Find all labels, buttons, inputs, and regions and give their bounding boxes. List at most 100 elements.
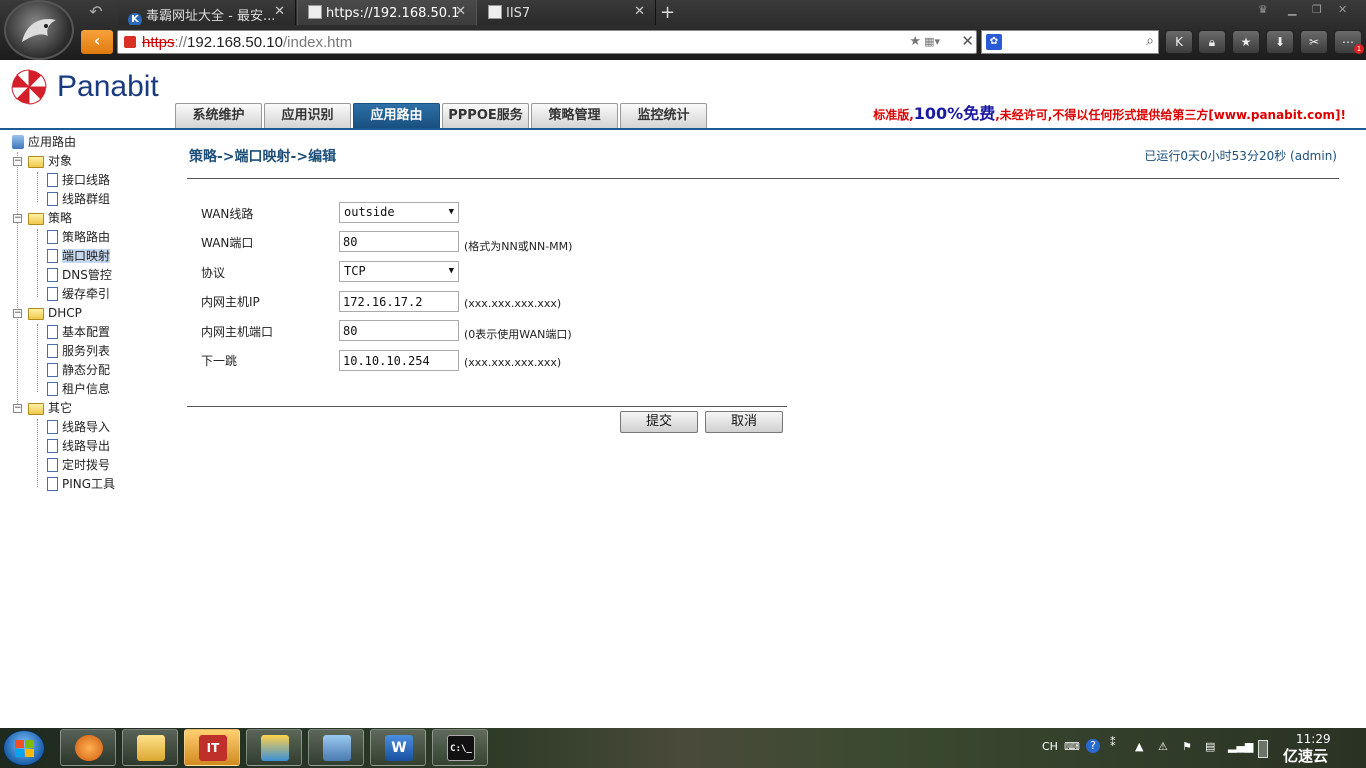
taskbar: IT W C:\_ CH ⌨︎ ? ⁑ ▲ ⚠︎ ⚑ ▤ ▂▄▆ 11:29 [0, 728, 1366, 768]
content-divider [187, 178, 1339, 179]
search-input[interactable]: ✿ ⌕ [981, 30, 1159, 54]
clock[interactable]: 11:29 [1296, 732, 1331, 746]
tools-button[interactable]: ✂︎ [1300, 30, 1328, 54]
taskbar-cmd[interactable]: C:\_ [432, 729, 488, 766]
tree-folder-other[interactable]: 其它 [28, 399, 72, 417]
history-back-icon[interactable]: ↶ [84, 2, 108, 22]
window-close-icon[interactable]: ✕ [1338, 3, 1347, 16]
download-button[interactable]: ⬇︎ [1266, 30, 1294, 54]
minimize-icon[interactable]: ▁ [1288, 3, 1296, 16]
page-icon [47, 363, 58, 377]
volume-icon[interactable] [1258, 740, 1268, 758]
tree-item-ping-tool[interactable]: PING工具 [47, 475, 115, 493]
maximize-icon[interactable]: ❐ [1312, 3, 1322, 16]
tab-system-maintenance[interactable]: 系统维护 [175, 103, 262, 128]
tree-folder-dhcp[interactable]: DHCP [28, 304, 82, 322]
wan-port-label: WAN端口 [201, 236, 254, 250]
taskbar-explorer[interactable] [122, 729, 178, 766]
word-icon: W [385, 735, 413, 761]
lock-button[interactable]: 🔒︎ [1198, 30, 1226, 54]
tree-folder-objects[interactable]: 对象 [28, 152, 72, 170]
k-toolbar-button[interactable]: K [1165, 30, 1193, 54]
page-icon [47, 458, 58, 472]
tree-item-dns-control[interactable]: DNS管控 [47, 266, 112, 284]
qr-code-icon[interactable]: ▦▾ [924, 35, 940, 48]
address-bar[interactable]: https://192.168.50.10/index.htm ★ ▦▾ ✕ [117, 30, 977, 54]
back-button[interactable]: ‹ [81, 30, 113, 54]
tree-item-cache-redirect[interactable]: 缓存牵引 [47, 285, 110, 303]
url-separator: :// [174, 34, 188, 51]
tree-connector [37, 229, 38, 297]
edition-suffix: ,未经许可,不得以任何形式提供给第三方[www.panabit.com]! [995, 108, 1346, 122]
favorites-button[interactable]: ★ [1232, 30, 1260, 54]
new-tab-button[interactable]: + [660, 2, 675, 23]
chevron-up-icon[interactable]: ▲ [1135, 740, 1143, 753]
document-icon [308, 5, 322, 19]
tab-panabit[interactable]: https://192.168.50.1 ✕ [297, 0, 477, 25]
collapse-icon[interactable]: − [13, 309, 22, 318]
stop-icon[interactable]: ✕ [961, 32, 974, 50]
submit-button[interactable]: 提交 [620, 411, 698, 433]
keyboard-icon[interactable]: ⌨︎ [1064, 740, 1080, 753]
protocol-select[interactable]: TCP ▼ [339, 261, 459, 282]
tree-folder-policy[interactable]: 策略 [28, 209, 72, 227]
tree-item-static-allocation[interactable]: 静态分配 [47, 361, 110, 379]
taskbar-vm[interactable] [246, 729, 302, 766]
tree-item-port-mapping[interactable]: 端口映射 [47, 247, 111, 265]
start-button[interactable] [3, 730, 45, 766]
bookmark-star-icon[interactable]: ★ [909, 34, 921, 49]
collapse-icon[interactable]: − [13, 157, 22, 166]
tab-app-routing[interactable]: 应用路由 [353, 103, 440, 128]
terminal-icon: C:\_ [447, 735, 475, 761]
page-icon [47, 268, 58, 282]
url-path: /index.htm [282, 34, 353, 51]
tree-item-scheduled-dial[interactable]: 定时拨号 [47, 456, 110, 474]
tree-item-service-list[interactable]: 服务列表 [47, 342, 110, 360]
taskbar-word[interactable]: W [370, 729, 426, 766]
lan-port-input[interactable]: 80 [339, 320, 459, 341]
tab-duba[interactable]: K 毒霸网址大全 - 最安... ✕ [118, 0, 296, 25]
tree-item-line-groups[interactable]: 线路群组 [47, 190, 110, 208]
close-icon[interactable]: ✕ [274, 4, 285, 19]
tree-connector [37, 324, 38, 392]
collapse-icon[interactable]: − [13, 404, 22, 413]
tab-monitoring-stats[interactable]: 监控统计 [620, 103, 707, 128]
tree-connector [17, 152, 18, 412]
tree-item-line-import[interactable]: 线路导入 [47, 418, 110, 436]
url-text[interactable]: https://192.168.50.10/index.htm [142, 34, 352, 51]
tab-iis7[interactable]: IIS7 ✕ [478, 0, 656, 25]
signal-icon[interactable]: ▂▄▆ [1228, 740, 1253, 753]
baidu-paw-icon[interactable]: ✿ [986, 34, 1002, 50]
security-icon[interactable]: ⚠︎ [1158, 740, 1168, 753]
taskbar-it-app[interactable]: IT [184, 729, 240, 766]
close-icon[interactable]: ✕ [455, 4, 466, 19]
tree-item-basic-config[interactable]: 基本配置 [47, 323, 110, 341]
search-icon[interactable]: ⌕ [1146, 33, 1154, 49]
skin-icon[interactable]: ♛ [1258, 3, 1268, 16]
help-icon[interactable]: ? [1086, 739, 1100, 753]
taskbar-network[interactable] [308, 729, 364, 766]
taskbar-browser[interactable] [60, 729, 116, 766]
tree-item-lease-info[interactable]: 租户信息 [47, 380, 110, 398]
tab-policy-management[interactable]: 策略管理 [531, 103, 618, 128]
tree-connector [37, 419, 38, 487]
input-language[interactable]: CH [1042, 740, 1058, 753]
flag-icon[interactable]: ⚑ [1182, 740, 1192, 753]
wan-port-input[interactable]: 80 [339, 231, 459, 252]
pen-icon[interactable]: ⁑ [1110, 736, 1116, 749]
wan-line-select[interactable]: outside ▼ [339, 202, 459, 223]
tree-item-policy-routing[interactable]: 策略路由 [47, 228, 110, 246]
tree-item-interface-lines[interactable]: 接口线路 [47, 171, 110, 189]
lan-ip-input[interactable]: 172.16.17.2 [339, 291, 459, 312]
tree-item-line-export[interactable]: 线路导出 [47, 437, 110, 455]
close-icon[interactable]: ✕ [634, 4, 645, 19]
tab-label: https://192.168.50.1 [326, 6, 460, 21]
tab-app-identification[interactable]: 应用识别 [264, 103, 351, 128]
cancel-button[interactable]: 取消 [705, 411, 783, 433]
device-icon[interactable]: ▤ [1205, 740, 1215, 753]
lock-icon [124, 36, 136, 48]
next-hop-input[interactable]: 10.10.10.254 [339, 350, 459, 371]
tab-pppoe-service[interactable]: PPPOE服务 [442, 103, 529, 128]
tree-root[interactable]: 应用路由 [12, 133, 76, 151]
collapse-icon[interactable]: − [13, 214, 22, 223]
